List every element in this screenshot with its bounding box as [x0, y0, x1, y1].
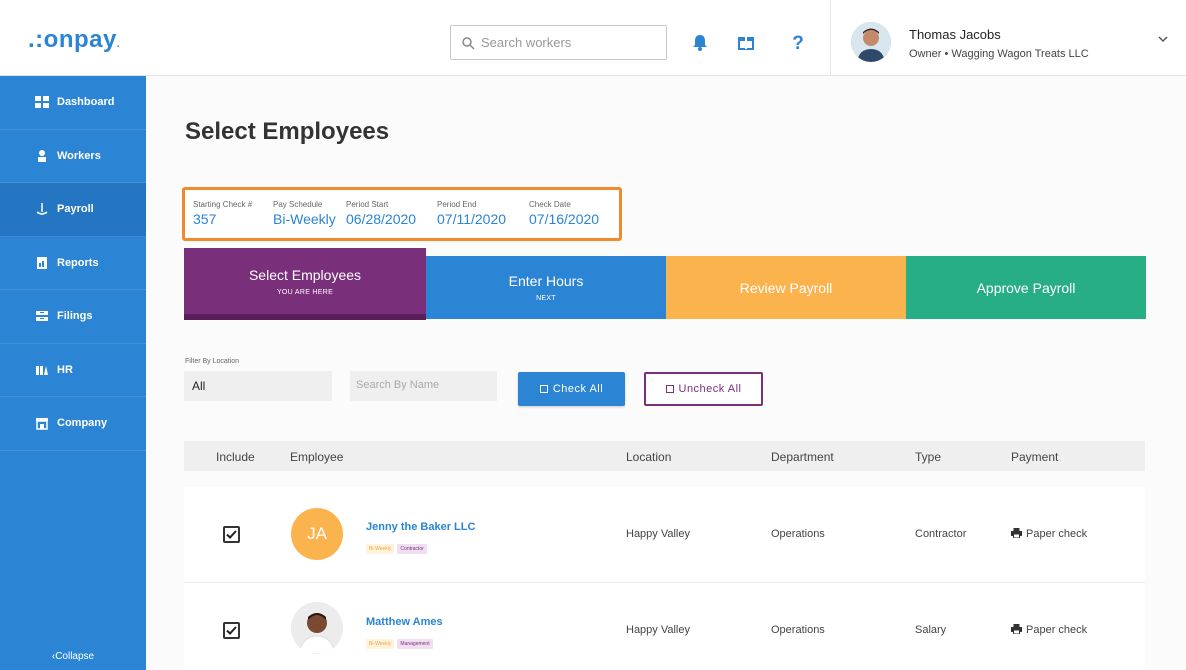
employee-location: Happy Valley — [626, 624, 690, 636]
user-role: Owner • Wagging Wagon Treats LLC — [909, 48, 1089, 60]
include-checkbox[interactable] — [223, 622, 240, 639]
employee-name-link[interactable]: Jenny the Baker LLC — [366, 521, 475, 533]
employee-department: Operations — [771, 528, 825, 540]
sidebar-item-dashboard[interactable]: Dashboard — [0, 76, 146, 130]
check-all-button[interactable]: Check All — [518, 372, 625, 406]
column-header-department[interactable]: Department — [771, 450, 834, 464]
gift-icon[interactable] — [736, 32, 756, 52]
check-date-field: Check Date 07/16/2020 — [529, 200, 600, 227]
bell-icon[interactable] — [690, 32, 710, 52]
sidebar-item-filings[interactable]: Filings — [0, 290, 146, 344]
workers-icon — [38, 149, 46, 162]
pay-schedule-field: Pay Schedule Bi-Weekly — [273, 200, 336, 227]
table-row[interactable]: Matthew Ames Bi-Weekly Management Happy V… — [184, 583, 1145, 670]
starting-check-field: Starting Check # 357 — [193, 200, 253, 227]
uncheck-all-button[interactable]: Uncheck All — [644, 372, 763, 406]
employee-tags: Bi-Weekly Contractor — [366, 537, 430, 555]
table-row[interactable]: JA Jenny the Baker LLC Bi-Weekly Contract… — [184, 487, 1145, 583]
sidebar-item-company[interactable]: Company — [0, 397, 146, 451]
employee-type: Contractor — [915, 528, 967, 540]
column-header-include[interactable]: Include — [216, 450, 255, 464]
checkmark-icon — [226, 530, 237, 539]
help-icon[interactable]: ? — [788, 32, 808, 52]
step-review-payroll[interactable]: Review Payroll — [666, 256, 906, 319]
step-enter-hours[interactable]: Enter Hours NEXT — [426, 256, 666, 319]
period-start-field: Period Start 06/28/2020 — [346, 200, 417, 227]
checkbox-icon — [665, 385, 674, 393]
employee-department: Operations — [771, 624, 825, 636]
page-title: Select Employees — [185, 118, 390, 145]
user-menu[interactable]: Thomas Jacobs Owner • Wagging Wagon Trea… — [830, 0, 1186, 76]
include-checkbox[interactable] — [223, 526, 240, 543]
sidebar-item-payroll[interactable]: Payroll — [0, 183, 146, 237]
checkbox-icon — [539, 385, 548, 393]
checkmark-icon — [226, 626, 237, 635]
pay-schedule-tag: Bi-Weekly — [366, 544, 395, 554]
sidebar-item-workers[interactable]: Workers — [0, 130, 146, 183]
employee-avatar — [291, 602, 343, 654]
user-avatar — [851, 22, 891, 62]
search-workers-input[interactable]: Search workers — [450, 25, 667, 60]
sidebar-item-hr[interactable]: HR — [0, 344, 146, 397]
step-approve-payroll[interactable]: Approve Payroll — [906, 256, 1146, 319]
payroll-info-box: Starting Check # 357 Pay Schedule Bi-Wee… — [182, 187, 622, 241]
payroll-icon — [36, 203, 48, 215]
employee-name-link[interactable]: Matthew Ames — [366, 616, 443, 628]
column-header-location[interactable]: Location — [626, 450, 671, 464]
employee-payment: Paper check — [1011, 624, 1087, 636]
employee-payment: Paper check — [1011, 528, 1087, 540]
table-header: Include Employee Location Department Typ… — [184, 441, 1145, 471]
period-end-field: Period End 07/11/2020 — [437, 200, 507, 227]
step-select-employees[interactable]: Select Employees YOU ARE HERE — [184, 248, 426, 320]
employee-avatar: JA — [291, 508, 343, 560]
reports-icon — [37, 256, 47, 269]
pay-schedule-tag: Bi-Weekly — [366, 639, 395, 649]
location-filter-label: Filter By Location — [185, 358, 240, 365]
sidebar: Dashboard Workers Payroll Reports Filing… — [0, 76, 146, 670]
user-name: Thomas Jacobs — [909, 27, 1001, 42]
employee-location: Happy Valley — [626, 528, 690, 540]
svg-text:?: ? — [792, 33, 804, 52]
sidebar-item-reports[interactable]: Reports — [0, 237, 146, 290]
hr-icon — [36, 365, 48, 375]
payroll-steps: Select Employees YOU ARE HERE Enter Hour… — [184, 248, 1146, 320]
employee-type: Salary — [915, 624, 947, 636]
column-header-type[interactable]: Type — [915, 450, 941, 464]
column-header-employee[interactable]: Employee — [290, 450, 343, 464]
search-by-name-input[interactable]: Search By Name — [350, 371, 497, 401]
search-icon — [462, 36, 475, 50]
worker-type-tag: Management — [397, 639, 433, 649]
employee-tags: Bi-Weekly Management — [366, 632, 436, 650]
printer-icon — [1011, 624, 1022, 634]
chevron-down-icon[interactable] — [1158, 34, 1168, 44]
location-filter-select[interactable]: All — [184, 371, 332, 401]
collapse-sidebar-button[interactable]: ‹Collapse — [0, 651, 146, 662]
worker-type-tag: Contractor — [397, 544, 427, 554]
dashboard-icon — [35, 96, 49, 109]
printer-icon — [1011, 528, 1022, 538]
company-icon — [36, 418, 48, 430]
search-placeholder: Search workers — [481, 35, 572, 50]
filings-icon — [36, 311, 48, 322]
top-bar: .:onpay. Search workers ? Thomas Jacobs … — [0, 0, 1186, 76]
column-header-payment[interactable]: Payment — [1011, 450, 1058, 464]
onpay-logo[interactable]: .:onpay. — [28, 26, 120, 54]
